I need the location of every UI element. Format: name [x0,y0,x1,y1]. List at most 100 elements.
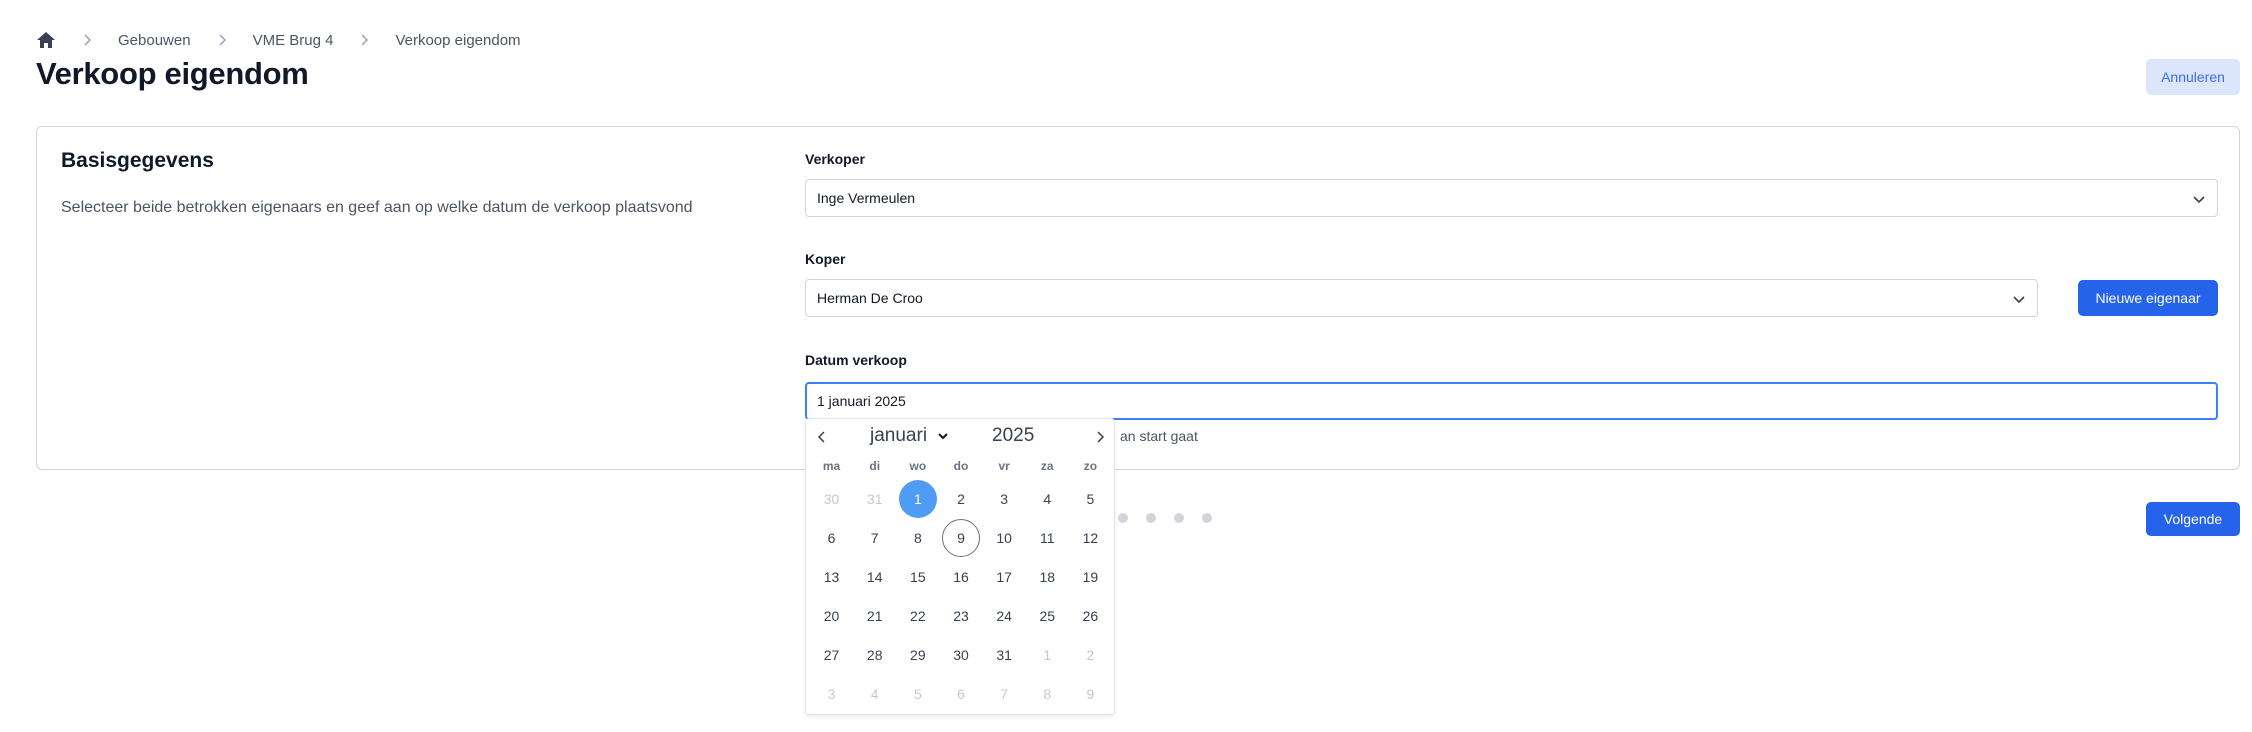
calendar-day[interactable]: 5 [1069,479,1112,518]
chevron-right-icon [215,33,229,47]
chevron-down-icon [2191,191,2207,207]
calendar-day-number: 3 [1000,490,1009,507]
verkoper-label: Verkoper [805,151,865,167]
cancel-button[interactable]: Annuleren [2146,59,2240,95]
calendar-day[interactable]: 13 [810,557,853,596]
calendar-day-number: 8 [913,529,922,546]
koper-select[interactable]: Herman De Croo [805,279,2038,317]
calendar-day-number: 16 [953,568,969,585]
calendar-day-number: 5 [913,685,922,702]
calendar-day[interactable]: 15 [896,557,939,596]
calendar-day[interactable]: 1 [1026,635,1069,674]
year-value[interactable]: 2025 [992,425,1034,447]
month-value: januari [870,425,928,446]
calendar-day-number: 22 [910,607,926,624]
calendar-day-number: 13 [823,568,840,585]
calendar-day-number: 26 [1082,607,1099,624]
breadcrumb-item-gebouwen[interactable]: Gebouwen [118,32,191,49]
calendar-day[interactable]: 2 [939,479,982,518]
breadcrumb: Gebouwen VME Brug 4 Verkoop eigendom [36,28,521,52]
calendar-day[interactable]: 2 [1069,635,1112,674]
weekday-label: di [869,459,881,473]
calendar-day[interactable]: 5 [896,674,939,713]
calendar-day[interactable]: 25 [1026,596,1069,635]
calendar-day[interactable]: 8 [1026,674,1069,713]
calendar-day[interactable]: 10 [983,518,1026,557]
calendar-day[interactable]: 9 [1069,674,1112,713]
calendar-day[interactable]: 12 [1069,518,1112,557]
step-dot [1118,513,1128,523]
chevron-down-icon [937,430,949,442]
calendar-day-number: 2 [1086,646,1095,663]
calendar-day-number: 21 [866,607,883,624]
calendar-day[interactable]: 4 [1026,479,1069,518]
calendar-day-number: 8 [1043,685,1052,702]
calendar-day-number: 6 [957,685,965,702]
datum-verkoop-input[interactable]: 1 januari 2025 [805,382,2218,420]
step-dot [1202,513,1212,523]
chevron-left-icon[interactable] [812,427,832,447]
breadcrumb-item-vme-brug-4[interactable]: VME Brug 4 [253,32,334,49]
calendar-day-number: 5 [1086,490,1095,507]
calendar-day[interactable]: 17 [983,557,1026,596]
calendar-day[interactable]: 4 [853,674,896,713]
calendar-day[interactable]: 26 [1069,596,1112,635]
verkoper-value: Inge Vermeulen [817,190,916,206]
new-owner-button[interactable]: Nieuwe eigenaar [2078,280,2218,316]
calendar-day-number: 6 [827,529,836,546]
datepicker-popup: januari 2025 ma di wo do vr za zo 30 31 1 2 3 4 5 6 7 8… [805,418,1115,715]
calendar-day-today[interactable]: 9 [939,518,982,557]
calendar-day[interactable]: 8 [896,518,939,557]
calendar-day[interactable]: 21 [853,596,896,635]
card-description: Selecteer beide betrokken eigenaars en g… [61,199,693,216]
calendar-day-number: 7 [1000,685,1009,702]
calendar-day[interactable]: 6 [810,518,853,557]
calendar-day[interactable]: 24 [983,596,1026,635]
chevron-right-icon[interactable] [1090,427,1110,447]
calendar-day[interactable]: 3 [810,674,853,713]
calendar-day-number: 4 [1043,490,1052,507]
calendar-day-number: 15 [910,568,926,585]
month-select[interactable]: januari [870,425,949,447]
calendar-day-number: 31 [866,490,883,507]
calendar-day-selected[interactable]: 1 [896,479,939,518]
calendar-day-number: 1 [1043,646,1052,663]
calendar-day[interactable]: 30 [939,635,982,674]
calendar-day[interactable]: 18 [1026,557,1069,596]
weekday-label: zo [1083,459,1098,473]
calendar-day[interactable]: 31 [983,635,1026,674]
calendar-day-number: 27 [823,646,840,663]
calendar-day[interactable]: 27 [810,635,853,674]
calendar-day-number: 9 [941,518,980,557]
calendar-day-number: 25 [1039,607,1056,624]
calendar-day[interactable]: 30 [810,479,853,518]
calendar-day[interactable]: 23 [939,596,982,635]
calendar-day[interactable]: 6 [939,674,982,713]
calendar-day[interactable]: 7 [983,674,1026,713]
calendar-day[interactable]: 22 [896,596,939,635]
calendar-day-number: 10 [996,529,1012,546]
step-dot [1146,513,1156,523]
datum-verkoop-value: 1 januari 2025 [817,393,906,409]
calendar-day[interactable]: 29 [896,635,939,674]
calendar-day[interactable]: 11 [1026,518,1069,557]
calendar-day[interactable]: 16 [939,557,982,596]
calendar-day-number: 19 [1082,568,1099,585]
koper-label: Koper [805,251,846,267]
calendar-day[interactable]: 19 [1069,557,1112,596]
next-button[interactable]: Volgende [2146,502,2240,536]
chevron-right-icon [80,33,94,47]
calendar-day[interactable]: 3 [983,479,1026,518]
page-title: Verkoop eigendom [36,56,309,91]
calendar-day[interactable]: 28 [853,635,896,674]
calendar-day-number: 18 [1039,568,1056,585]
calendar-day-number: 11 [1039,529,1055,546]
calendar-day-number: 23 [953,607,969,624]
calendar-day[interactable]: 31 [853,479,896,518]
calendar-day[interactable]: 7 [853,518,896,557]
calendar-day[interactable]: 14 [853,557,896,596]
calendar-day-number: 12 [1082,529,1099,546]
home-icon[interactable] [36,30,56,50]
calendar-day[interactable]: 20 [810,596,853,635]
verkoper-select[interactable]: Inge Vermeulen [805,179,2218,217]
